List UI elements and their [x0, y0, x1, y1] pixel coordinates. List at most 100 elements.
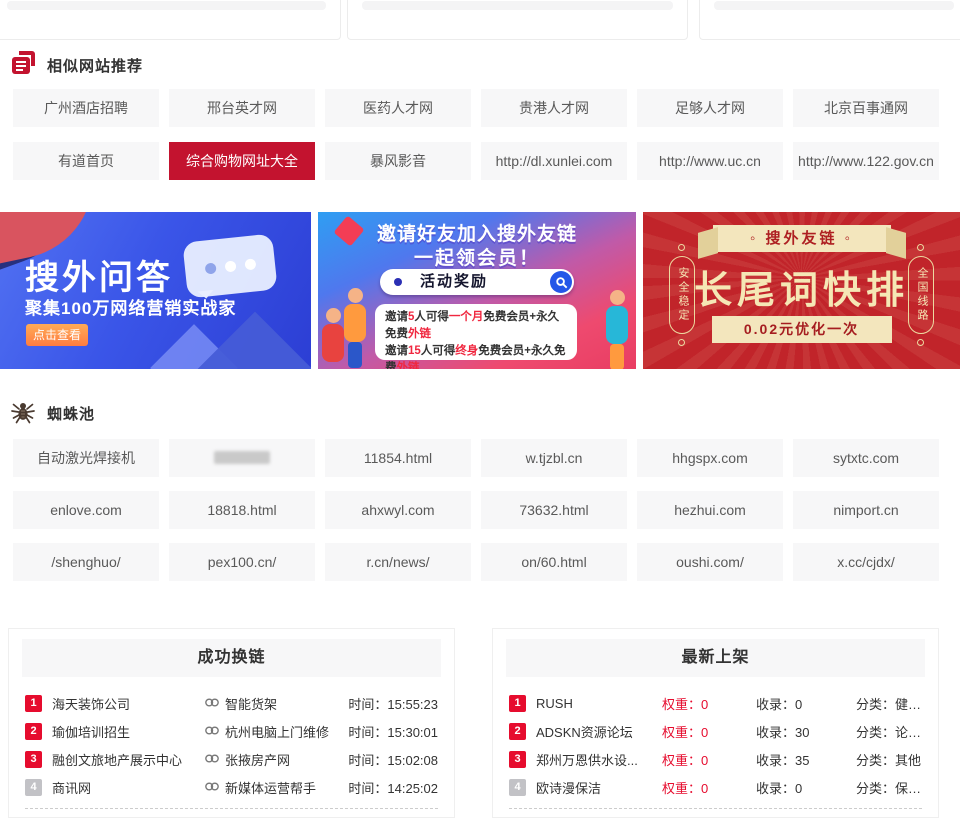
included-label: 收录：: [756, 697, 795, 712]
rank-badge: 2: [25, 723, 42, 740]
spider-pool-title: 蜘蛛池: [47, 403, 95, 424]
rank-badge: 1: [509, 695, 526, 712]
partner-site-link[interactable]: 张掖房产网: [225, 750, 290, 769]
dashed-divider: [25, 808, 438, 809]
similar-site-link[interactable]: 暴风影音: [325, 142, 471, 180]
similar-site-link[interactable]: http://www.uc.cn: [637, 142, 783, 180]
rank-badge: 3: [509, 751, 526, 768]
spider-pool-link[interactable]: x.cc/cjdx/: [793, 543, 939, 581]
time-value: 15:30:01: [387, 725, 438, 740]
site-link[interactable]: 欧诗漫保洁: [536, 778, 652, 797]
listing-row: 1 RUSH 权重：0 收录：0 分类：健康保健: [509, 689, 922, 717]
tag-safe-stable: 安全稳定: [669, 256, 695, 334]
banner-longtail-rank[interactable]: 搜外友链 长尾词快排 0.02元优化一次 安全稳定 全国线路: [643, 212, 960, 369]
listing-rows: 1 RUSH 权重：0 收录：0 分类：健康保健 2 ADSKN资源论坛 权重：…: [509, 689, 922, 801]
weight-label: 权重：: [662, 753, 701, 768]
price-tag: 0.02元优化一次: [712, 316, 892, 343]
included-value: 0: [795, 781, 802, 796]
spider-pool-link[interactable]: oushi.com/: [637, 543, 783, 581]
spider-pool-link[interactable]: hhgspx.com: [637, 439, 783, 477]
partner-site-link[interactable]: 新媒体运营帮手: [225, 778, 316, 797]
site-link[interactable]: 融创文旅地产展示中心: [52, 750, 194, 769]
weight-label: 权重：: [662, 781, 701, 796]
banner-invite-friends[interactable]: 邀请好友加入搜外友链 一起领会员！ 活动奖励 邀请5人可得一个月免费会员+永久免…: [318, 212, 636, 369]
spider-pool-link[interactable]: /shenghuo/: [13, 543, 159, 581]
exchange-row: 2 瑜伽培训招生 杭州电脑上门维修 时间：15:30:01: [25, 717, 438, 745]
spider-pool-link[interactable]: 18818.html: [169, 491, 315, 529]
category-label: 分类：: [856, 697, 895, 712]
dashed-divider: [509, 808, 922, 809]
spider-pool-link[interactable]: hezhui.com: [637, 491, 783, 529]
exchange-row: 4 商讯网 新媒体运营帮手 时间：14:25:02: [25, 773, 438, 801]
weight-value: 0: [701, 753, 708, 768]
included-label: 收录：: [756, 781, 795, 796]
top-card-bar: [714, 1, 954, 10]
included-value: 0: [795, 697, 802, 712]
time-label: 时间：: [348, 725, 387, 740]
person-illustration: [606, 290, 628, 369]
category-value: 健康保健: [895, 697, 922, 712]
banner-title-line2: 一起领会员！: [318, 243, 636, 270]
panel-title: 最新上架: [506, 639, 925, 677]
site-link[interactable]: ADSKN资源论坛: [536, 722, 652, 741]
panel-title: 成功换链: [22, 639, 441, 677]
weight-value: 0: [701, 725, 708, 740]
site-link[interactable]: 商讯网: [52, 778, 194, 797]
banner-subtitle: 聚集100万网络营销实战家: [25, 294, 236, 319]
spider-pool-link[interactable]: 自动激光焊接机: [13, 439, 159, 477]
banner-cta-button[interactable]: 点击查看: [26, 324, 88, 346]
reward-label: 活动奖励: [420, 269, 488, 295]
spider-pool-link[interactable]: ahxwyl.com: [325, 491, 471, 529]
banner-title: 搜外问答: [25, 250, 173, 299]
partner-site-link[interactable]: 智能货架: [225, 694, 277, 713]
spider-pool-link[interactable]: w.tjzbl.cn: [481, 439, 627, 477]
similar-site-link[interactable]: http://www.122.gov.cn: [793, 142, 939, 180]
weight-label: 权重：: [662, 725, 701, 740]
spider-pool-link-redacted[interactable]: [169, 439, 315, 477]
similar-site-link[interactable]: http://dl.xunlei.com: [481, 142, 627, 180]
weight-label: 权重：: [662, 697, 701, 712]
category-label: 分类：: [856, 725, 895, 740]
page: 相似网站推荐 广州酒店招聘 邢台英才网 医药人才网 贵港人才网 足够人才网 北京…: [0, 0, 960, 818]
site-link[interactable]: RUSH: [536, 696, 652, 711]
rank-badge: 4: [509, 779, 526, 796]
banner-souwai-qa[interactable]: 搜外问答 聚集100万网络营销实战家 点击查看: [0, 212, 311, 369]
similar-site-link[interactable]: 广州酒店招聘: [13, 89, 159, 127]
site-link[interactable]: 瑜伽培训招生: [52, 722, 194, 741]
partner-site-link[interactable]: 杭州电脑上门维修: [225, 722, 329, 741]
spider-pool-link[interactable]: nimport.cn: [793, 491, 939, 529]
spider-pool-link[interactable]: r.cn/news/: [325, 543, 471, 581]
similar-site-link[interactable]: 贵港人才网: [481, 89, 627, 127]
rank-badge: 4: [25, 779, 42, 796]
exchange-row: 3 融创文旅地产展示中心 张掖房产网 时间：15:02:08: [25, 745, 438, 773]
top-card-partial-2: [347, 0, 688, 40]
spider-pool-link[interactable]: 73632.html: [481, 491, 627, 529]
exchange-rows: 1 海天装饰公司 智能货架 时间：15:55:23 2 瑜伽培训招生 杭州电脑上…: [25, 689, 438, 801]
newly-listed-panel: 最新上架 1 RUSH 权重：0 收录：0 分类：健康保健 2 ADSKN资源论…: [492, 628, 939, 818]
similar-site-link-active[interactable]: 综合购物网址大全: [169, 142, 315, 180]
site-link[interactable]: 海天装饰公司: [52, 694, 194, 713]
included-label: 收录：: [756, 725, 795, 740]
spider-pool-link[interactable]: 11854.html: [325, 439, 471, 477]
similar-site-link[interactable]: 有道首页: [13, 142, 159, 180]
rank-badge: 3: [25, 751, 42, 768]
site-link[interactable]: 郑州万恩供水设...: [536, 750, 652, 769]
magnifier-icon: [550, 271, 572, 293]
spider-pool-link[interactable]: enlove.com: [13, 491, 159, 529]
top-card-bar: [7, 1, 326, 10]
category-value: 其他: [895, 753, 921, 768]
chain-link-icon: [204, 724, 220, 739]
spider-pool-link[interactable]: on/60.html: [481, 543, 627, 581]
spider-pool-link[interactable]: sytxtc.com: [793, 439, 939, 477]
spider-pool-link[interactable]: pex100.cn/: [169, 543, 315, 581]
chain-link-icon: [204, 696, 220, 711]
similar-site-link[interactable]: 足够人才网: [637, 89, 783, 127]
included-label: 收录：: [756, 753, 795, 768]
time-value: 15:55:23: [387, 697, 438, 712]
similar-site-link[interactable]: 邢台英才网: [169, 89, 315, 127]
similar-site-link[interactable]: 医药人才网: [325, 89, 471, 127]
spider-icon: [10, 398, 36, 429]
similar-site-link[interactable]: 北京百事通网: [793, 89, 939, 127]
chain-link-icon: [204, 780, 220, 795]
chain-link-icon: [204, 752, 220, 767]
